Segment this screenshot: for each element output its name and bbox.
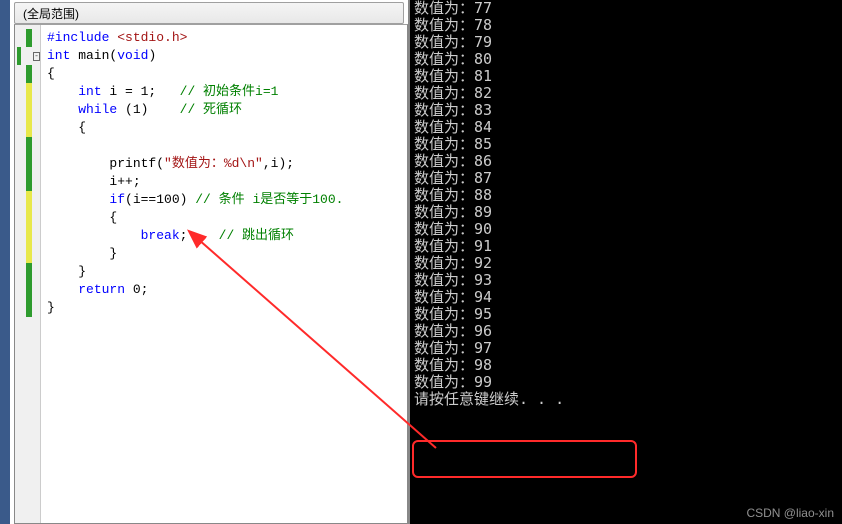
console-line: 数值为：89 (414, 204, 838, 221)
code-line[interactable]: } (47, 299, 401, 317)
code-line[interactable]: break; // 跳出循环 (47, 227, 401, 245)
code-line[interactable]: printf("数值为：%d\n",i); (47, 155, 401, 173)
code-line[interactable]: } (47, 245, 401, 263)
code-line[interactable] (47, 137, 401, 155)
fold-toggle-icon[interactable]: - (33, 52, 40, 61)
gutter-row (15, 281, 40, 299)
code-line[interactable]: i++; (47, 173, 401, 191)
change-bar-saved (26, 299, 32, 317)
change-bar-saved (26, 29, 32, 47)
change-bar-unsaved (26, 245, 32, 263)
change-bar-unsaved (26, 227, 32, 245)
console-output: 数值为：77数值为：78数值为：79数值为：80数值为：81数值为：82数值为：… (410, 0, 842, 524)
console-line: 数值为：82 (414, 85, 838, 102)
gutter-row (15, 227, 40, 245)
gutter-row (15, 137, 40, 155)
gutter-row (15, 209, 40, 227)
code-content[interactable]: #include <stdio.h>int main(void){ int i … (41, 25, 407, 523)
change-bar-saved (17, 47, 21, 65)
left-margin-stripe (0, 0, 10, 524)
console-line: 数值为：77 (414, 0, 838, 17)
change-bar-unsaved (26, 83, 32, 101)
change-bar-unsaved (26, 209, 32, 227)
gutter-row (15, 299, 40, 317)
change-bar-unsaved (26, 119, 32, 137)
change-bar-saved (26, 155, 32, 173)
code-line[interactable]: #include <stdio.h> (47, 29, 401, 47)
console-line: 数值为：81 (414, 68, 838, 85)
gutter-row (15, 119, 40, 137)
code-line[interactable]: return 0; (47, 281, 401, 299)
gutter: - (15, 25, 41, 523)
gutter-row (15, 263, 40, 281)
change-bar-unsaved (26, 191, 32, 209)
scope-dropdown[interactable]: (全局范围) (14, 2, 404, 24)
change-bar-saved (26, 137, 32, 155)
gutter-row (15, 155, 40, 173)
change-bar-unsaved (26, 101, 32, 119)
gutter-row (15, 245, 40, 263)
console-line: 数值为：79 (414, 34, 838, 51)
console-line: 数值为：84 (414, 119, 838, 136)
console-line: 数值为：93 (414, 272, 838, 289)
change-bar-saved (26, 173, 32, 191)
console-line: 数值为：99 (414, 374, 838, 391)
console-line: 数值为：95 (414, 306, 838, 323)
code-line[interactable]: { (47, 119, 401, 137)
code-line[interactable]: if(i==100) // 条件 i是否等于100. (47, 191, 401, 209)
console-line: 数值为：83 (414, 102, 838, 119)
gutter-row (15, 173, 40, 191)
code-line[interactable]: { (47, 209, 401, 227)
console-line: 数值为：90 (414, 221, 838, 238)
code-line[interactable]: int main(void) (47, 47, 401, 65)
code-area[interactable]: - #include <stdio.h>int main(void){ int … (14, 24, 408, 524)
console-line: 数值为：88 (414, 187, 838, 204)
console-line: 数值为：94 (414, 289, 838, 306)
console-line: 数值为：87 (414, 170, 838, 187)
console-line: 数值为：92 (414, 255, 838, 272)
gutter-row (15, 29, 40, 47)
console-line: 数值为：80 (414, 51, 838, 68)
gutter-row (15, 101, 40, 119)
change-bar-saved (26, 65, 32, 83)
console-line: 数值为：96 (414, 323, 838, 340)
code-line[interactable]: int i = 1; // 初始条件i=1 (47, 83, 401, 101)
change-bar-saved (26, 281, 32, 299)
console-line: 数值为：78 (414, 17, 838, 34)
change-bar-saved (26, 263, 32, 281)
code-line[interactable]: { (47, 65, 401, 83)
press-any-key-prompt: 请按任意键继续. . . (414, 391, 838, 408)
scope-label: (全局范围) (23, 5, 79, 22)
console-line: 数值为：91 (414, 238, 838, 255)
code-line[interactable]: } (47, 263, 401, 281)
code-editor-pane: (全局范围) - #include <stdio.h>int main(void… (0, 0, 410, 524)
console-line: 数值为：98 (414, 357, 838, 374)
gutter-row (15, 83, 40, 101)
gutter-row: - (15, 47, 40, 65)
console-line: 数值为：85 (414, 136, 838, 153)
gutter-row (15, 65, 40, 83)
code-line[interactable]: while (1) // 死循环 (47, 101, 401, 119)
watermark: CSDN @liao-xin (746, 506, 834, 520)
console-line: 数值为：97 (414, 340, 838, 357)
console-line: 数值为：86 (414, 153, 838, 170)
gutter-row (15, 191, 40, 209)
